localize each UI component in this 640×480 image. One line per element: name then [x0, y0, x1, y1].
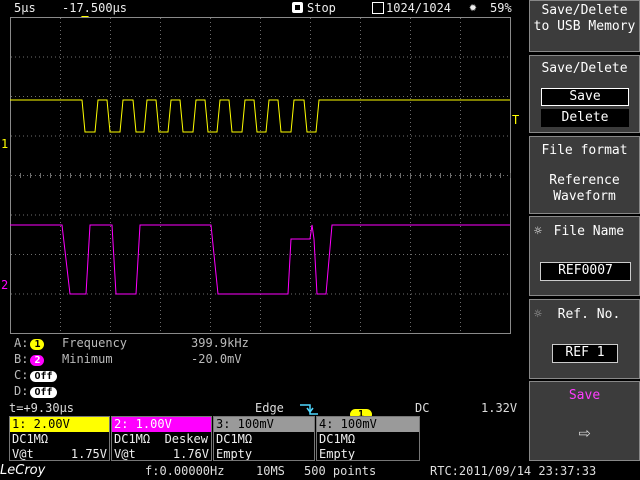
ref-no-title: Ref. No. [557, 307, 621, 322]
timebase: 5µs [14, 1, 36, 15]
measurement-channel-badge[interactable]: 2 [30, 355, 45, 366]
usb-memory-title: Save/Delete to USB Memory [533, 3, 636, 34]
measurement-name: Minimum [62, 352, 113, 366]
trigger-edge-icon [298, 401, 318, 415]
measurement-channel-badge[interactable]: 1 [30, 339, 45, 350]
channel-readout-label: V@t [114, 447, 136, 461]
measurement-row: A: 1 Frequency 399.9kHz [14, 336, 249, 350]
save-option[interactable]: Save [541, 88, 629, 106]
measurement-row: C: Off [14, 368, 57, 382]
measurement-channel-badge[interactable]: Off [30, 387, 57, 398]
trigger-level-marker[interactable]: T [512, 113, 519, 127]
save-button[interactable]: Save ⇨ [529, 381, 640, 461]
memory-count: 1024/1024 [386, 1, 452, 15]
rtc-clock: RTC:2011/09/14 23:37:33 [430, 464, 597, 478]
usb-memory-menu-button[interactable]: Save/Delete to USB Memory [529, 0, 640, 52]
channel-1-marker[interactable]: 1 [1, 137, 8, 151]
channel-coupling: DC1MΩ [10, 432, 109, 447]
channel-scale: 1: 2.00V [10, 417, 109, 432]
measurement-slot: A: [14, 336, 29, 350]
knob-icon: ☼ [534, 224, 542, 239]
measurement-row: B: 2 Minimum -20.0mV [14, 352, 242, 366]
measurement-name: Frequency [62, 336, 128, 350]
stop-icon [292, 2, 303, 13]
save-delete-menu[interactable]: Save/Delete Save Delete [529, 55, 640, 133]
channel-scale: 2: 1.00V [112, 417, 211, 432]
trigger-delay: -17.500µs [62, 1, 128, 15]
channel-scale: 4: 100mV [317, 417, 419, 432]
channel-readout-label: Empty [216, 447, 253, 461]
save-label: Save [568, 388, 601, 403]
trigger-level: 1.32V [481, 401, 518, 415]
file-name-value[interactable]: REF0007 [540, 262, 631, 281]
measurement-slot: B: [14, 352, 29, 366]
trigger-coupling: DC [415, 401, 430, 415]
file-name-menu[interactable]: ☼ File Name REF0007 [529, 216, 640, 296]
measurement-list: A: 1 Frequency 399.9kHz B: 2 Minimum -20.0mV C: O… [14, 336, 414, 400]
channel-readout: Empty [317, 447, 419, 461]
sample-frequency: f:0.00000Hz [145, 464, 225, 478]
channel-scale: 3: 100mV [214, 417, 314, 432]
channel-readout-label: Empty [319, 447, 356, 461]
brightness-icon: ✹ [469, 0, 477, 15]
measurement-channel-badge[interactable]: Off [30, 371, 57, 382]
channel-3-info[interactable]: 3: 100mV DC1MΩ Empty [213, 416, 315, 461]
trigger-type: Edge [255, 401, 284, 415]
ref-no-menu[interactable]: ☼ Ref. No. REF 1 [529, 299, 640, 379]
delete-option[interactable]: Delete [541, 109, 629, 127]
record-points: 500 points [304, 464, 377, 478]
file-format-title: File format [541, 143, 628, 158]
file-format-value: Reference Waveform [549, 173, 620, 204]
channel-coupling: DC1MΩ [317, 432, 419, 447]
channel-coupling: DC1MΩ [214, 432, 314, 447]
measurement-slot: D: [14, 384, 29, 398]
brand-logo: LeCroy [0, 463, 46, 478]
file-name-header: ☼ File Name [530, 224, 639, 239]
channel-readout: Empty [214, 447, 314, 461]
memory-icon [372, 2, 384, 14]
measurement-row: D: Off [14, 384, 57, 398]
trigger-position: t=+9.30µs [9, 401, 75, 415]
channel-4-info[interactable]: 4: 100mV DC1MΩ Empty [316, 416, 420, 461]
channel-readout-value: 1.76V [172, 447, 209, 461]
channel-readout-value: 1.75V [70, 447, 107, 461]
battery-level: 59% [490, 1, 512, 15]
channel-readout-label: V@t [12, 447, 34, 461]
knob-icon: ☼ [534, 307, 542, 322]
channel-2-info[interactable]: 2: 1.00V DC1MΩ Deskew V@t 1.76V [111, 416, 212, 461]
save-arrow-icon: ⇨ [578, 420, 591, 444]
waveform-display[interactable] [10, 17, 511, 334]
bottom-status-bar: LeCroy f:0.00000Hz 10MS 500 points RTC:2… [0, 462, 640, 480]
measurement-slot: C: [14, 368, 29, 382]
measurement-value: 399.9kHz [191, 336, 249, 350]
measurement-value: -20.0mV [191, 352, 242, 366]
save-delete-title: Save/Delete [541, 61, 628, 76]
sample-rate: 10MS [256, 464, 285, 478]
file-name-title: File Name [553, 224, 625, 239]
ref-no-header: ☼ Ref. No. [530, 307, 639, 322]
stop-label: Stop [307, 1, 336, 15]
status-bar: 5µs -17.500µs Stop 1024/1024 ✹ 59% [0, 0, 527, 17]
file-format-menu[interactable]: File format Reference Waveform [529, 136, 640, 214]
channel-1-info[interactable]: 1: 2.00V DC1MΩ V@t 1.75V [9, 416, 110, 461]
channel-coupling: DC1MΩ Deskew [112, 432, 211, 447]
channel-readout: V@t 1.75V [10, 447, 109, 461]
channel-2-marker[interactable]: 2 [1, 278, 8, 292]
channel-readout: V@t 1.76V [112, 447, 211, 461]
ref-no-value[interactable]: REF 1 [552, 344, 618, 363]
